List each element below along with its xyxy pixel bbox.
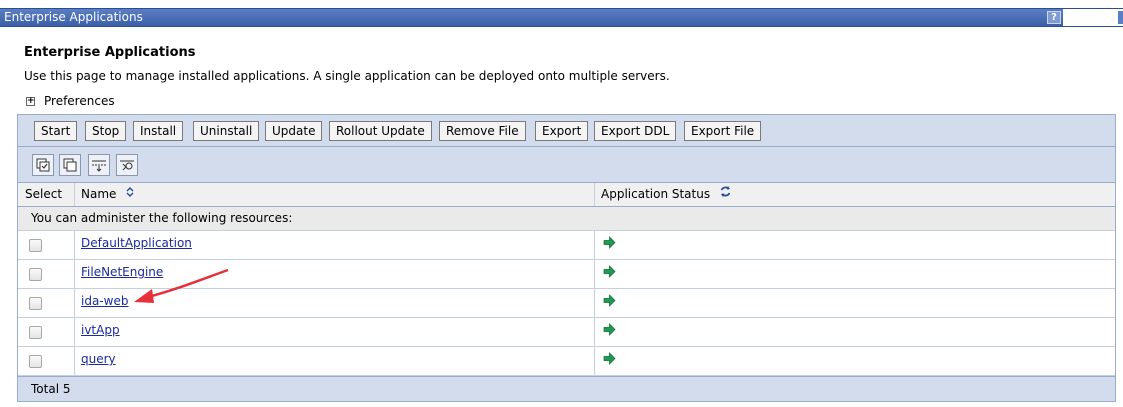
export-file-button[interactable]: Export File [684,121,762,141]
action-toolbar: Start Stop Install Uninstall Update Roll… [18,115,1115,147]
expand-plus-icon[interactable]: + [26,96,35,106]
export-button[interactable]: Export [535,121,589,141]
preferences-toggle[interactable]: + Preferences [26,94,115,108]
start-button[interactable]: Start [34,121,78,141]
status-column-header: Application Status [595,183,1115,206]
stop-button[interactable]: Stop [85,121,127,141]
row-checkbox[interactable] [29,239,42,252]
show-filter-icon[interactable] [88,154,110,176]
title-bar-control [1063,9,1123,26]
export-ddl-button[interactable]: Export DDL [594,121,677,141]
application-link[interactable]: ivtApp [81,323,120,337]
clear-filter-icon[interactable] [116,154,138,176]
table-row: ida-web [18,289,1115,318]
group-message-row: You can administer the following resourc… [18,207,1115,231]
select-all-icon[interactable] [32,154,54,176]
started-arrow-icon [603,265,616,278]
row-checkbox[interactable] [29,297,42,310]
window-title: Enterprise Applications [4,10,143,24]
started-arrow-icon [603,236,616,249]
row-checkbox[interactable] [29,268,42,281]
window-title-bar: Enterprise Applications ? [0,8,1123,27]
application-link[interactable]: DefaultApplication [81,236,192,250]
page-description: Use this page to manage installed applic… [24,69,670,83]
name-column-header[interactable]: Name [75,183,595,206]
preferences-label: Preferences [44,94,115,108]
started-arrow-icon [603,294,616,307]
table-row: ivtApp [18,318,1115,347]
table-row: FileNetEngine [18,260,1115,289]
deselect-all-icon[interactable] [59,154,81,176]
table-icon-toolbar [18,147,1115,183]
table-header: Select Name Application Status [18,183,1115,207]
row-checkbox[interactable] [29,355,42,368]
name-column-label: Name [81,187,117,201]
table-row: DefaultApplication [18,231,1115,260]
install-button[interactable]: Install [133,121,184,141]
started-arrow-icon [603,352,616,365]
started-arrow-icon [603,323,616,336]
update-button[interactable]: Update [265,121,323,141]
application-link[interactable]: ida-web [81,294,128,308]
refresh-icon[interactable] [719,183,732,206]
application-link[interactable]: FileNetEngine [81,265,163,279]
table-row: query [18,347,1115,376]
applications-panel: Start Stop Install Uninstall Update Roll… [17,114,1116,402]
uninstall-button[interactable]: Uninstall [193,121,260,141]
status-column-label: Application Status [601,187,711,201]
remove-file-button[interactable]: Remove File [439,121,526,141]
application-link[interactable]: query [81,352,116,366]
table-total: Total 5 [18,376,1115,401]
row-checkbox[interactable] [29,326,42,339]
help-icon[interactable]: ? [1047,11,1061,24]
select-column-header: Select [18,183,75,206]
page-title: Enterprise Applications [24,45,196,60]
sort-icon[interactable] [125,183,135,206]
rollout-update-button[interactable]: Rollout Update [329,121,432,141]
